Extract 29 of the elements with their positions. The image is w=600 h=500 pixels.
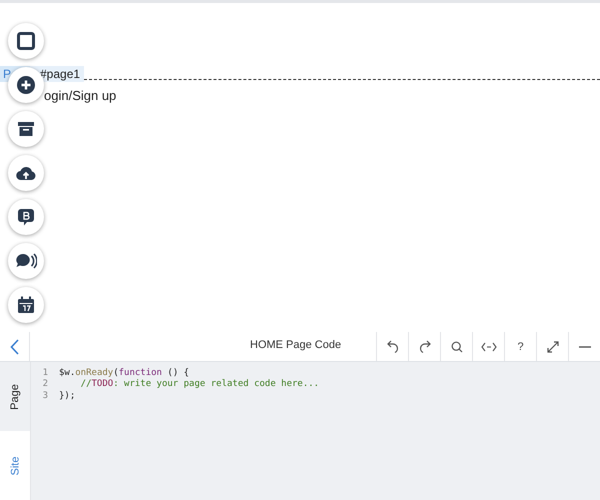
code-line: //TODO: write your page related code here... xyxy=(80,379,320,390)
undo-icon xyxy=(386,340,398,354)
back-icon xyxy=(10,338,20,354)
side-tab[interactable]: Site xyxy=(0,431,30,500)
calendar-tool-button[interactable] xyxy=(8,287,44,323)
calendar-icon xyxy=(17,296,35,314)
store-tool-button[interactable] xyxy=(8,111,44,147)
square-tool-button[interactable] xyxy=(8,23,44,59)
code-line: $w.onReady(function () { xyxy=(59,368,190,378)
line-number: 1 xyxy=(42,368,48,378)
minimize-icon xyxy=(578,346,590,348)
blog-tool-button[interactable] xyxy=(8,199,44,235)
plus-icon xyxy=(17,76,35,94)
search-icon xyxy=(450,340,462,352)
redo-icon xyxy=(418,340,430,354)
chat-icon xyxy=(15,252,37,270)
upload-tool-button[interactable] xyxy=(8,155,44,191)
cloud-upload-icon xyxy=(16,165,36,181)
expand-icon xyxy=(546,340,558,352)
chat-tool-button[interactable] xyxy=(8,243,44,279)
line-number: 3 xyxy=(42,390,48,401)
panel-title: HOME Page Code xyxy=(250,339,342,351)
code-line: }); xyxy=(59,390,76,401)
blog-icon xyxy=(17,208,35,226)
archive-icon xyxy=(17,120,35,138)
line-number: 2 xyxy=(42,379,48,390)
login-text: ogin/Sign up xyxy=(44,88,118,103)
square-icon xyxy=(17,32,35,50)
code-icon xyxy=(480,342,496,352)
